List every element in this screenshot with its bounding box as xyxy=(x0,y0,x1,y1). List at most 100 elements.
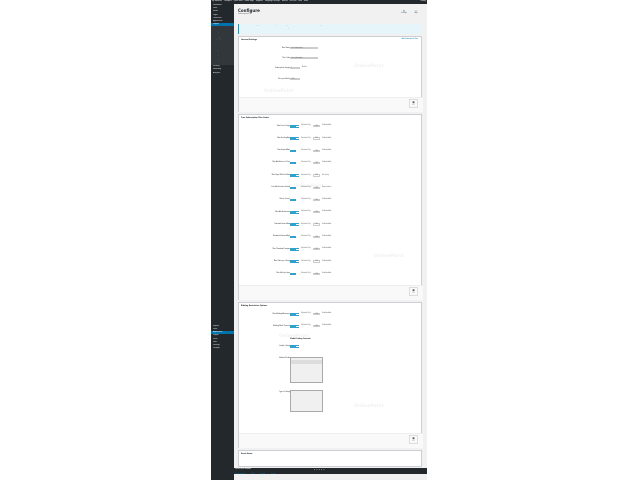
field-row-price: Price per Month 0.00 The price charged e… xyxy=(239,78,423,86)
pagination-dots[interactable]: ● ● ● ● ● xyxy=(314,470,325,471)
listing-limits-panel: Free Subscription Plan Limits Max Free L… xyxy=(238,114,423,300)
limit-value-input[interactable]: 100 xyxy=(313,272,320,275)
limit-toggle[interactable] xyxy=(290,149,299,153)
limit-value-input[interactable]: 100 xyxy=(313,198,320,202)
panel-description: Event items is a collection of events fo… xyxy=(241,459,276,460)
option-text: Unlimited Only xyxy=(301,199,311,201)
save-button[interactable]: ▣ Save xyxy=(409,435,418,444)
limit-value-input[interactable]: 100 xyxy=(313,325,320,328)
option-text: Unlimited Only xyxy=(301,211,311,213)
plan-code-input[interactable]: free_subscription xyxy=(290,57,318,60)
price-input[interactable]: 0.00 xyxy=(290,78,300,81)
sidebar-submenu: Users Tools Settings Products Ordering S… xyxy=(211,26,234,66)
limit-row: Max Gallery Items Unlimited Only 100 Total … xyxy=(239,272,423,281)
listbox-option[interactable]: Bump Up Ad xyxy=(291,407,322,409)
limit-value-input[interactable]: 100 xyxy=(313,161,320,165)
listing-type-listbox[interactable]: Standard Ad Featured Ad Premium Ad Urgen… xyxy=(290,390,323,412)
limit-toggle[interactable] xyxy=(290,248,299,251)
limit-value-input[interactable]: 100 xyxy=(313,149,320,152)
save-button[interactable]: ▣ Save xyxy=(409,99,418,108)
field-label: Max Video per Listing xyxy=(273,260,290,262)
enable-listing-row: Enable Listing xyxy=(239,345,423,353)
limit-toggle[interactable] xyxy=(290,125,299,128)
save-button[interactable]: ▣ Save xyxy=(409,287,418,296)
enable-listing-toggle[interactable] xyxy=(290,345,299,348)
bottom-brand: Online Point Software xyxy=(235,469,252,470)
limit-toggle[interactable] xyxy=(290,313,299,316)
field-description: How long the subscription lasts before r… xyxy=(290,70,320,72)
option-text: Unlimited Only xyxy=(301,125,311,127)
listing-type-row: Type of Listing xyxy=(239,391,423,399)
field-label: Max Ads Active at Time xyxy=(272,162,290,164)
footer-link[interactable]: Support xyxy=(260,474,266,475)
limit-value-input[interactable]: 100 xyxy=(313,174,320,177)
group-heading: Global Listing Controls xyxy=(290,339,311,340)
limit-unit: Total Available xyxy=(322,149,332,151)
settings-button-label: Settings xyxy=(401,13,407,14)
footer-link[interactable]: Help xyxy=(251,474,254,475)
limit-row: Max Ads Active at Time Unlimited Only 100 T… xyxy=(239,161,423,170)
limit-toggle[interactable] xyxy=(290,223,299,226)
panel-title: Free Subscription Plan Limits xyxy=(241,116,269,119)
limit-toggle[interactable] xyxy=(290,272,299,276)
limit-unit: Total Available xyxy=(322,313,332,315)
limit-value-input[interactable]: 100 xyxy=(313,248,320,251)
plan-name-input[interactable]: Free Subscription xyxy=(290,47,318,50)
limit-row: Max Expired Ads Unlimited Only 100 Total Av… xyxy=(239,149,423,158)
watermark: OnlinePoint xyxy=(279,334,309,339)
field-row-plan-code: Plan Code free_subscription Unique code … xyxy=(239,57,423,65)
limit-unit: Total Available xyxy=(322,260,332,262)
length-input[interactable]: 1 xyxy=(290,67,300,70)
limit-toggle[interactable] xyxy=(290,211,299,214)
footer-link[interactable]: Version xyxy=(271,474,276,475)
settings-button[interactable]: ✎ Settings xyxy=(399,9,409,14)
field-label: Standard Featured Ads xyxy=(272,236,290,238)
field-description: The price charged each month for this pl… xyxy=(290,81,317,83)
option-text: Unlimited Only xyxy=(301,325,311,327)
limit-row: Standard Featured Ads Unlimited Only 100 To… xyxy=(239,235,423,244)
limit-toggle[interactable] xyxy=(290,325,299,328)
limit-value-input[interactable]: 100 xyxy=(313,235,320,239)
limit-unit: Total Available xyxy=(322,236,332,238)
limit-toggle[interactable] xyxy=(290,198,299,202)
limit-value-input[interactable]: 100 xyxy=(313,313,320,316)
page-header: Configure Subscription Plan ✎ Settings ▯… xyxy=(238,8,424,22)
help-button[interactable]: ▯ Help xyxy=(411,9,421,14)
limit-toggle[interactable] xyxy=(290,137,299,140)
listbox-option[interactable]: Image xyxy=(291,364,322,366)
field-label: Price per Month xyxy=(278,78,290,80)
limit-value-input[interactable]: 100 xyxy=(313,125,320,128)
allowed-fields-listbox[interactable]: Title Listing Description Location Image xyxy=(290,357,323,383)
help-button-label: Help xyxy=(414,13,418,14)
limit-toggle[interactable] xyxy=(290,174,299,177)
limit-row: Max Pending Ads Unlimited Only 100 Total Av… xyxy=(239,137,423,145)
save-button-label: Save xyxy=(412,441,415,442)
option-text: Unlimited Only xyxy=(301,236,311,238)
option-text: Unlimited Only xyxy=(301,174,311,176)
field-label: Plan Name xyxy=(281,47,290,49)
panel-title: Event Items xyxy=(241,452,253,455)
limit-unit: Total Available xyxy=(322,125,332,127)
limit-toggle[interactable] xyxy=(290,161,299,165)
field-label: Standard Search Ads xyxy=(274,223,290,225)
field-label: Max Pending Ads xyxy=(277,137,290,139)
limit-value-input[interactable]: 100 xyxy=(313,211,320,214)
field-label: Max Expired Ads xyxy=(277,150,290,152)
limit-unit: Total Available xyxy=(322,325,332,327)
footer-link[interactable]: Documentation xyxy=(235,474,246,475)
limit-value-input[interactable]: 100 xyxy=(313,260,320,263)
limit-unit: Total Available xyxy=(322,272,332,274)
limit-toggle[interactable] xyxy=(290,260,299,263)
sidebar-collapse[interactable]: Collapse xyxy=(211,347,234,350)
field-label: Enable Listing xyxy=(279,345,290,347)
option-text: Unlimited Only xyxy=(301,162,311,164)
length-unit: Months xyxy=(302,67,307,69)
bidding-options-panel: Bidding Restriction Options Max Bidding … xyxy=(238,302,423,448)
field-label: Allowed Fields xyxy=(279,357,290,359)
field-label: Plan Code xyxy=(282,57,290,59)
limit-unit: Total Available xyxy=(322,199,332,201)
add-plan-link[interactable]: Add Subscription Plan xyxy=(402,39,418,40)
limit-value-input[interactable]: 100 xyxy=(313,137,320,140)
limit-toggle[interactable] xyxy=(290,235,299,239)
limit-value-input[interactable]: 100 xyxy=(313,223,320,226)
